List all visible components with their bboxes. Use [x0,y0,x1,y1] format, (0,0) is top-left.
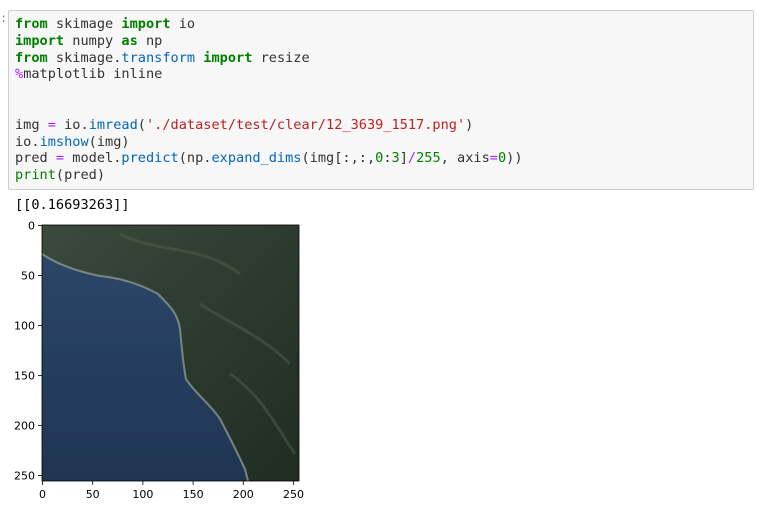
code-token: print [15,167,56,184]
code-token: import [121,16,171,32]
x-tick-label: 0 [39,488,46,501]
code-token: = [47,116,56,133]
code-token: resize [252,49,310,66]
imshow-plot: 0 50 100 150 200 250 0 50 100 150 200 250 [14,220,304,502]
code-token: )) [506,150,523,167]
code-token: io [170,16,196,32]
x-tick-label: 200 [233,488,254,501]
code-line: pred = model.predict(np.expand_dims(img[… [15,150,747,167]
y-tick-label: 50 [21,270,35,283]
code-token: import [15,32,65,49]
code-token: import [203,49,253,66]
code-token: ( [137,116,146,133]
y-tick-label: 250 [14,470,35,483]
cell-prompt-marker: : [0,11,8,25]
y-tick-label: 0 [28,220,35,233]
code-line: import numpy as np [15,33,747,50]
code-token: as [121,32,138,49]
code-editor[interactable]: from skimage import io import numpy as np… [15,16,747,184]
x-tick-label: 100 [132,488,153,501]
code-token: './dataset/test/clear/12_3639_1517.png' [145,116,466,133]
code-line: img = io.imread('./dataset/test/clear/12… [15,117,747,134]
code-token: from [15,16,48,32]
code-token: np [137,32,163,49]
x-tick-label: 250 [283,488,304,501]
code-token: predict [121,150,179,167]
code-token: numpy [64,32,122,49]
code-token: ] [399,150,408,167]
code-token: io. [55,116,89,133]
satellite-image [42,225,299,481]
x-tick-label: 150 [183,488,204,501]
code-token: 3 [391,150,400,167]
code-line: from skimage.transform import resize [15,50,747,67]
y-tick-label: 100 [14,320,35,333]
code-token: (img[:,:, [301,150,376,167]
code-token: io. [15,133,40,150]
code-token: skimage [47,16,122,32]
code-token: : [383,150,392,167]
code-token: , axis [440,150,490,167]
code-token: (img) [88,133,130,150]
code-token: 255 [416,150,441,167]
y-tick-label: 200 [14,420,35,433]
code-token: imread [88,116,138,133]
y-axis: 0 50 100 150 200 250 [14,220,42,483]
code-token: from [15,49,48,66]
code-line: io.imshow(img) [15,134,747,151]
code-token: img [15,116,48,133]
cell-output-text: [[0.16693263]] [15,197,130,213]
code-token: transform [121,49,196,66]
code-line: from skimage import io [15,16,747,33]
code-token: % [15,66,24,83]
code-token: pred [15,150,56,167]
code-token: (np. [178,150,212,167]
code-token: ) [465,116,474,133]
code-token: 0 [497,150,507,167]
x-axis: 0 50 100 150 200 250 [39,481,304,501]
code-token: = [55,150,65,167]
code-token: = [489,150,498,167]
code-token: skimage. [47,49,122,66]
code-line: print(pred) [15,167,747,184]
x-tick-label: 50 [86,488,100,501]
code-token: expand_dims [211,150,302,167]
code-token: / [407,150,417,167]
code-token: (pred) [55,167,106,184]
code-line: %matplotlib inline [15,66,747,83]
code-cell-input[interactable]: from skimage import io import numpy as np… [8,10,754,190]
code-token: imshow [39,133,89,150]
code-token: model. [64,150,122,167]
code-token: matplotlib inline [23,66,163,83]
y-tick-label: 150 [14,370,35,383]
